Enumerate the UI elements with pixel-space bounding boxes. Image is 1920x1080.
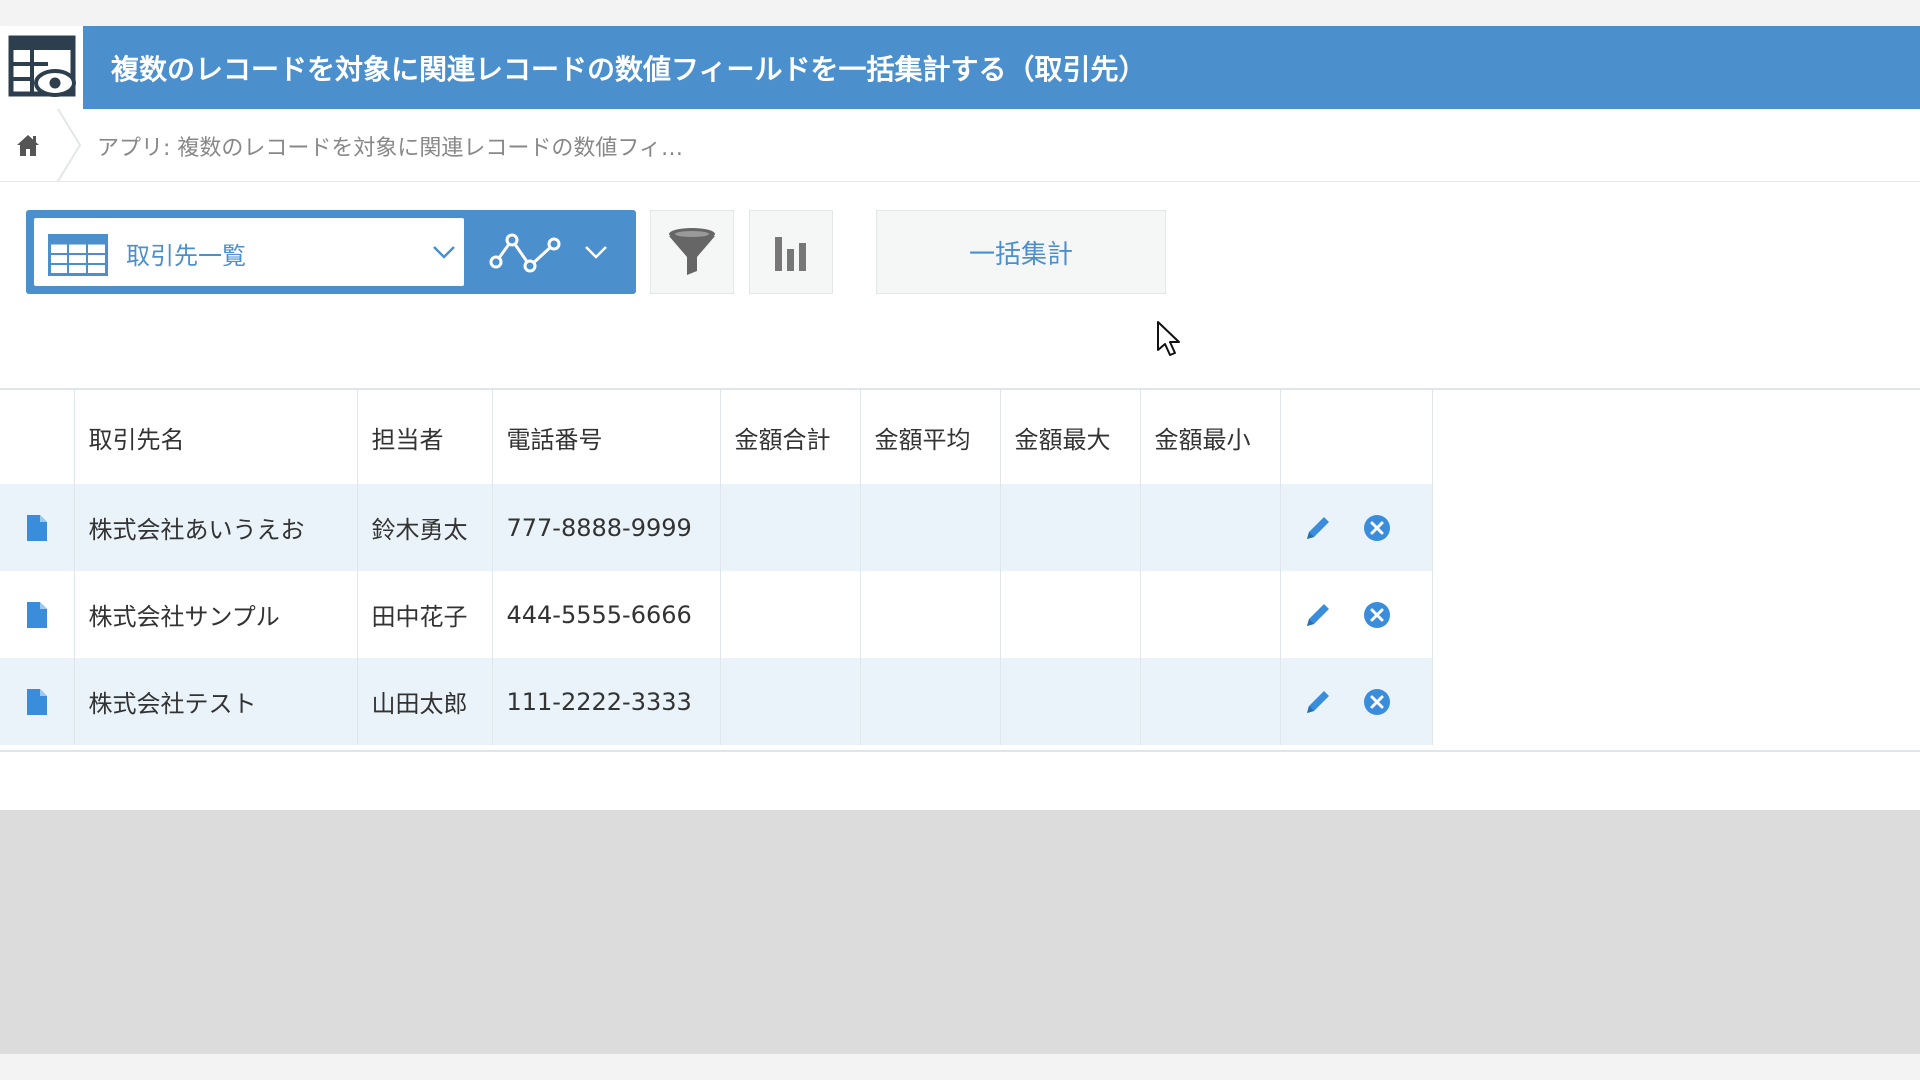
pencil-icon[interactable] [1303, 513, 1333, 543]
footer-area [0, 810, 1920, 1054]
cell-avg [860, 571, 1001, 658]
records-table-wrapper: 取引先名 担当者 電話番号 金額合計 金額平均 金額最大 金額最小 株式会社あい… [0, 388, 1920, 752]
cell-person: 鈴木勇太 [357, 484, 493, 571]
cell-phone: 777-8888-9999 [492, 484, 721, 571]
app-title: 複数のレコードを対象に関連レコードの数値フィールドを一括集計する（取引先） [111, 52, 1147, 86]
cell-avg [860, 484, 1001, 571]
column-header[interactable]: 電話番号 [492, 390, 721, 484]
record-detail-cell[interactable] [0, 658, 75, 745]
cell-max [1000, 658, 1141, 745]
column-header[interactable]: 金額合計 [720, 390, 861, 484]
pencil-icon[interactable] [1303, 687, 1333, 717]
app-header: 複数のレコードを対象に関連レコードの数値フィールドを一括集計する（取引先） [83, 26, 1920, 109]
cell-phone: 444-5555-6666 [492, 571, 721, 658]
cell-company: 株式会社サンプル [74, 571, 358, 658]
cell-person: 田中花子 [357, 571, 493, 658]
app-icon[interactable] [0, 26, 83, 109]
filter-icon [669, 228, 715, 275]
row-actions [1280, 571, 1433, 658]
bottom-strip [0, 1054, 1920, 1080]
column-header[interactable]: 金額最大 [1000, 390, 1141, 484]
row-actions [1280, 658, 1433, 745]
pencil-icon[interactable] [1303, 600, 1333, 630]
record-detail-cell[interactable] [0, 571, 75, 658]
filter-button[interactable] [650, 210, 734, 294]
graph-chevron-down-icon[interactable] [584, 244, 608, 260]
close-circle-icon[interactable] [1362, 513, 1392, 543]
top-strip [0, 0, 1920, 26]
cell-company: 株式会社あいうえお [74, 484, 358, 571]
chevron-down-icon [433, 246, 455, 259]
main-content: 取引先一覧 一括集計 取引先名 担当者 電話番号 金額合計 金額平均 金額最大 … [0, 182, 1920, 810]
breadcrumb: アプリ: 複数のレコードを対象に関連レコードの数値フィ… [0, 109, 1920, 182]
cell-min [1140, 571, 1281, 658]
cell-company: 株式会社テスト [74, 658, 358, 745]
document-icon [26, 602, 47, 628]
bulk-aggregate-button[interactable]: 一括集計 [876, 210, 1166, 294]
view-selector: 取引先一覧 [26, 210, 636, 294]
cell-sum [720, 484, 861, 571]
chart-button[interactable] [749, 210, 833, 294]
close-circle-icon[interactable] [1362, 687, 1392, 717]
mouse-cursor-icon [1157, 321, 1180, 356]
view-dropdown[interactable]: 取引先一覧 [34, 218, 464, 286]
bar-chart-icon [775, 237, 806, 271]
column-header[interactable]: 金額平均 [860, 390, 1001, 484]
document-icon [26, 689, 47, 715]
table-row: 株式会社あいうえお 鈴木勇太 777-8888-9999 [0, 484, 1433, 571]
cell-max [1000, 571, 1141, 658]
graph-icon[interactable] [488, 228, 566, 276]
column-header[interactable]: 取引先名 [74, 390, 358, 484]
column-header[interactable]: 金額最小 [1140, 390, 1281, 484]
header-icon-cell [0, 390, 75, 484]
table-eye-icon [8, 35, 76, 97]
cell-sum [720, 571, 861, 658]
cell-min [1140, 484, 1281, 571]
home-icon[interactable] [14, 131, 42, 159]
record-detail-cell[interactable] [0, 484, 75, 571]
row-actions [1280, 484, 1433, 571]
cell-avg [860, 658, 1001, 745]
cell-max [1000, 484, 1141, 571]
view-name: 取引先一覧 [126, 242, 246, 270]
breadcrumb-app-link[interactable]: アプリ: 複数のレコードを対象に関連レコードの数値フィ… [97, 130, 683, 162]
cell-phone: 111-2222-3333 [492, 658, 721, 745]
document-icon [26, 515, 47, 541]
header-action-cell [1280, 390, 1433, 484]
column-header[interactable]: 担当者 [357, 390, 493, 484]
records-table: 取引先名 担当者 電話番号 金額合計 金額平均 金額最大 金額最小 株式会社あい… [0, 390, 1433, 745]
close-circle-icon[interactable] [1362, 600, 1392, 630]
breadcrumb-separator [57, 109, 82, 181]
table-row: 株式会社テスト 山田太郎 111-2222-3333 [0, 658, 1433, 745]
list-view-icon [48, 234, 108, 276]
cell-person: 山田太郎 [357, 658, 493, 745]
cell-min [1140, 658, 1281, 745]
table-row: 株式会社サンプル 田中花子 444-5555-6666 [0, 571, 1433, 658]
cell-sum [720, 658, 861, 745]
table-header-row: 取引先名 担当者 電話番号 金額合計 金額平均 金額最大 金額最小 [0, 390, 1433, 484]
